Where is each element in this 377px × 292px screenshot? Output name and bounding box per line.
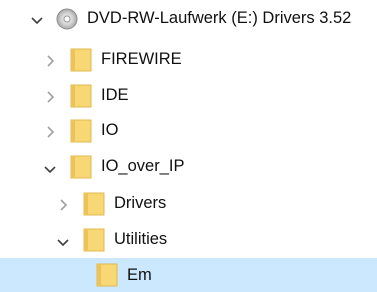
tree-item-label: Drivers xyxy=(114,194,167,212)
tree-item-firewire[interactable]: FIREWIRE xyxy=(0,42,377,79)
tree-item-label: FIREWIRE xyxy=(101,50,182,68)
tree-item-label: IO_over_IP xyxy=(101,157,185,175)
tree-item-label: IO xyxy=(101,121,119,139)
folder-icon xyxy=(70,84,92,108)
tree-item-em[interactable]: Em xyxy=(0,258,377,292)
chevron-down-icon[interactable] xyxy=(55,234,71,250)
folder-icon xyxy=(70,48,92,72)
chevron-down-icon[interactable] xyxy=(42,161,58,177)
tree-item-dvd-drive[interactable]: DVD-RW-Laufwerk (E:) Drivers 3.52 xyxy=(0,0,377,37)
folder-icon xyxy=(83,192,105,216)
tree-item-label: Utilities xyxy=(114,230,168,248)
tree-item-ide[interactable]: IDE xyxy=(0,78,377,115)
folder-icon xyxy=(70,155,92,179)
tree-item-label: DVD-RW-Laufwerk (E:) Drivers 3.52 xyxy=(87,9,352,27)
tree-item-io[interactable]: IO xyxy=(0,113,377,150)
folder-icon xyxy=(70,119,92,143)
chevron-right-icon[interactable] xyxy=(42,124,58,140)
chevron-right-icon[interactable] xyxy=(42,53,58,69)
folder-tree: DVD-RW-Laufwerk (E:) Drivers 3.52 FIREWI… xyxy=(0,0,377,292)
tree-item-label: IDE xyxy=(101,86,129,104)
chevron-down-icon[interactable] xyxy=(29,12,45,28)
disc-drive-icon xyxy=(55,7,79,31)
tree-item-label: Em xyxy=(127,266,152,284)
chevron-right-icon[interactable] xyxy=(42,89,58,105)
folder-icon xyxy=(83,228,105,252)
tree-item-drivers[interactable]: Drivers xyxy=(0,186,377,223)
tree-item-utilities[interactable]: Utilities xyxy=(0,222,377,259)
folder-icon xyxy=(96,263,118,287)
tree-item-io-over-ip[interactable]: IO_over_IP xyxy=(0,149,377,186)
chevron-right-icon[interactable] xyxy=(55,197,71,213)
